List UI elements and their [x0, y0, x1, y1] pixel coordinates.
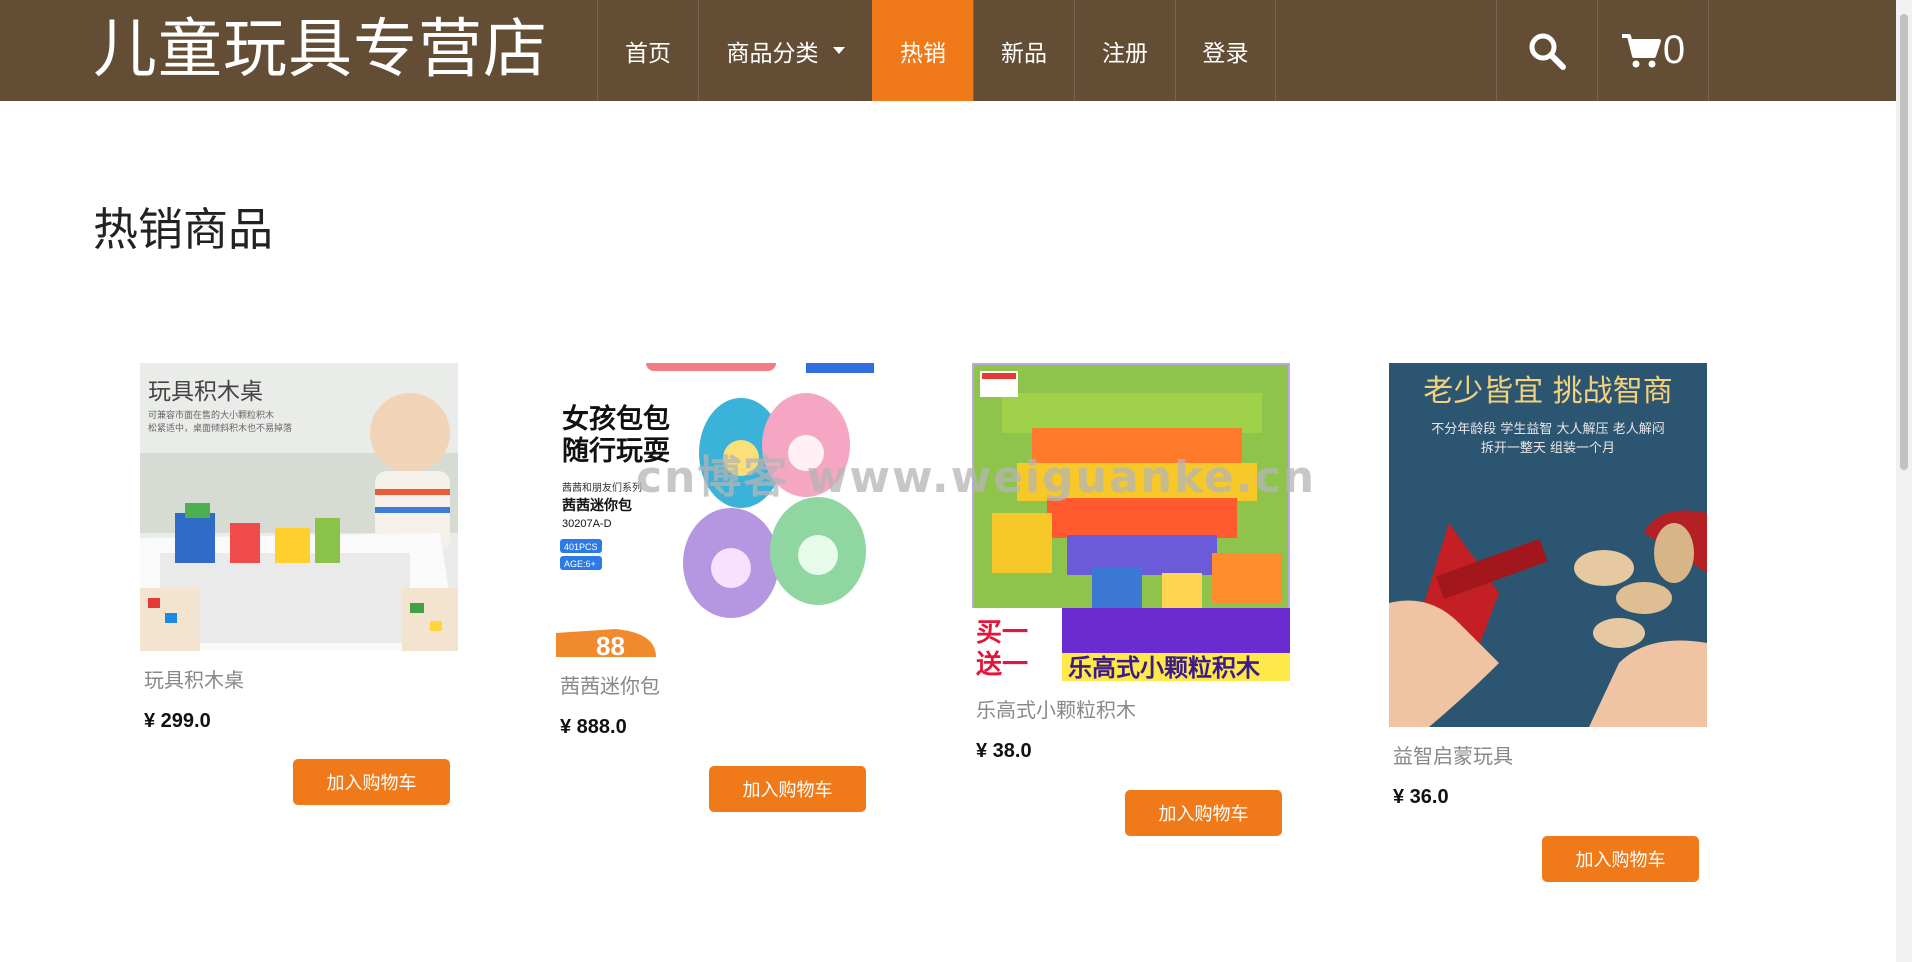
- image-caption: AGE:6+: [564, 559, 596, 569]
- image-caption: 女孩包包: [562, 403, 670, 435]
- image-caption: 老少皆宜 挑战智商: [1423, 374, 1673, 409]
- image-caption: 茜茜迷你包: [562, 497, 632, 514]
- image-caption: 不分年龄段 学生益智 大人解压 老人解闷: [1431, 421, 1664, 437]
- image-caption: 玩具积木桌: [148, 379, 263, 405]
- search-button[interactable]: [1496, 0, 1597, 101]
- add-to-cart-button[interactable]: 加入购物车: [1542, 836, 1699, 882]
- nav-home[interactable]: 首页: [597, 0, 698, 101]
- image-caption: 88: [596, 631, 625, 657]
- search-icon: [1529, 33, 1566, 70]
- cart-button[interactable]: 0: [1597, 0, 1709, 101]
- product-price: ¥ 36.0: [1393, 786, 1449, 808]
- nav-categories-label: 商品分类: [726, 40, 819, 67]
- shopping-cart-icon: [1621, 33, 1661, 67]
- product-image[interactable]: 88 女孩包包 随行玩耍 茜茜和朋友们系列 茜茜迷你包 30207A-D 401…: [556, 363, 874, 657]
- caret-down-icon: [832, 47, 845, 54]
- cart-count-badge: 0: [1662, 28, 1686, 72]
- product-image[interactable]: 玩具积木桌 可兼容市面在售的大小颗粒积木 松紧适中，桌面倾斜积木也不易掉落: [140, 363, 458, 651]
- nav-login[interactable]: 登录: [1175, 0, 1276, 101]
- image-caption: 买一: [976, 618, 1028, 648]
- image-caption: 松紧适中，桌面倾斜积木也不易掉落: [148, 422, 292, 434]
- image-caption: 送一: [976, 650, 1028, 680]
- product-card: 玩具积木桌 可兼容市面在售的大小颗粒积木 松紧适中，桌面倾斜积木也不易掉落 玩具…: [140, 363, 470, 823]
- store-logo-title[interactable]: 儿童玩具专营店: [93, 8, 548, 92]
- product-name[interactable]: 茜茜迷你包: [560, 673, 886, 699]
- main-nav: 首页 商品分类 热销 新品 注册 登录: [597, 0, 1276, 101]
- product-name[interactable]: 乐高式小颗粒积木: [976, 697, 1302, 723]
- nav-register[interactable]: 注册: [1074, 0, 1175, 101]
- product-name[interactable]: 益智启蒙玩具: [1393, 743, 1719, 769]
- watermark-overlay: cn博客 www.weiguanke.cn: [636, 452, 1317, 503]
- product-name[interactable]: 玩具积木桌: [144, 667, 470, 693]
- header-tools: 0: [1496, 0, 1709, 101]
- add-to-cart-button[interactable]: 加入购物车: [1125, 790, 1282, 836]
- product-card: 88 女孩包包 随行玩耍 茜茜和朋友们系列 茜茜迷你包 30207A-D 401…: [556, 363, 886, 823]
- add-to-cart-button[interactable]: 加入购物车: [293, 759, 450, 805]
- add-to-cart-button[interactable]: 加入购物车: [709, 766, 866, 812]
- image-caption: 可兼容市面在售的大小颗粒积木: [148, 409, 274, 421]
- scrollbar-thumb[interactable]: [1900, 14, 1908, 470]
- product-price: ¥ 888.0: [560, 716, 627, 738]
- product-image[interactable]: 买一 送一 乐高式小颗粒积木: [972, 363, 1290, 681]
- nav-new[interactable]: 新品: [973, 0, 1074, 101]
- product-image[interactable]: 老少皆宜 挑战智商 不分年龄段 学生益智 大人解压 老人解闷 拆开一整天 组装一…: [1389, 363, 1707, 727]
- product-card: 买一 送一 乐高式小颗粒积木 乐高式小颗粒积木 ¥ 38.0 加入购物车: [972, 363, 1302, 843]
- nav-hot[interactable]: 热销: [872, 0, 973, 101]
- section-title: 热销商品: [93, 203, 274, 256]
- image-caption: 401PCS: [564, 542, 598, 552]
- image-caption: 茜茜和朋友们系列: [562, 481, 642, 494]
- image-caption: 乐高式小颗粒积木: [1068, 654, 1261, 681]
- product-price: ¥ 38.0: [976, 740, 1032, 762]
- image-caption: 拆开一整天 组装一个月: [1481, 441, 1615, 456]
- top-navbar: 儿童玩具专营店 首页 商品分类 热销 新品 注册 登录 0: [0, 0, 1896, 101]
- product-card: 老少皆宜 挑战智商 不分年龄段 学生益智 大人解压 老人解闷 拆开一整天 组装一…: [1389, 363, 1719, 893]
- nav-categories-dropdown[interactable]: 商品分类: [698, 0, 872, 101]
- product-price: ¥ 299.0: [144, 710, 211, 732]
- page-scrollbar[interactable]: [1896, 0, 1912, 962]
- image-caption: 30207A-D: [562, 518, 612, 530]
